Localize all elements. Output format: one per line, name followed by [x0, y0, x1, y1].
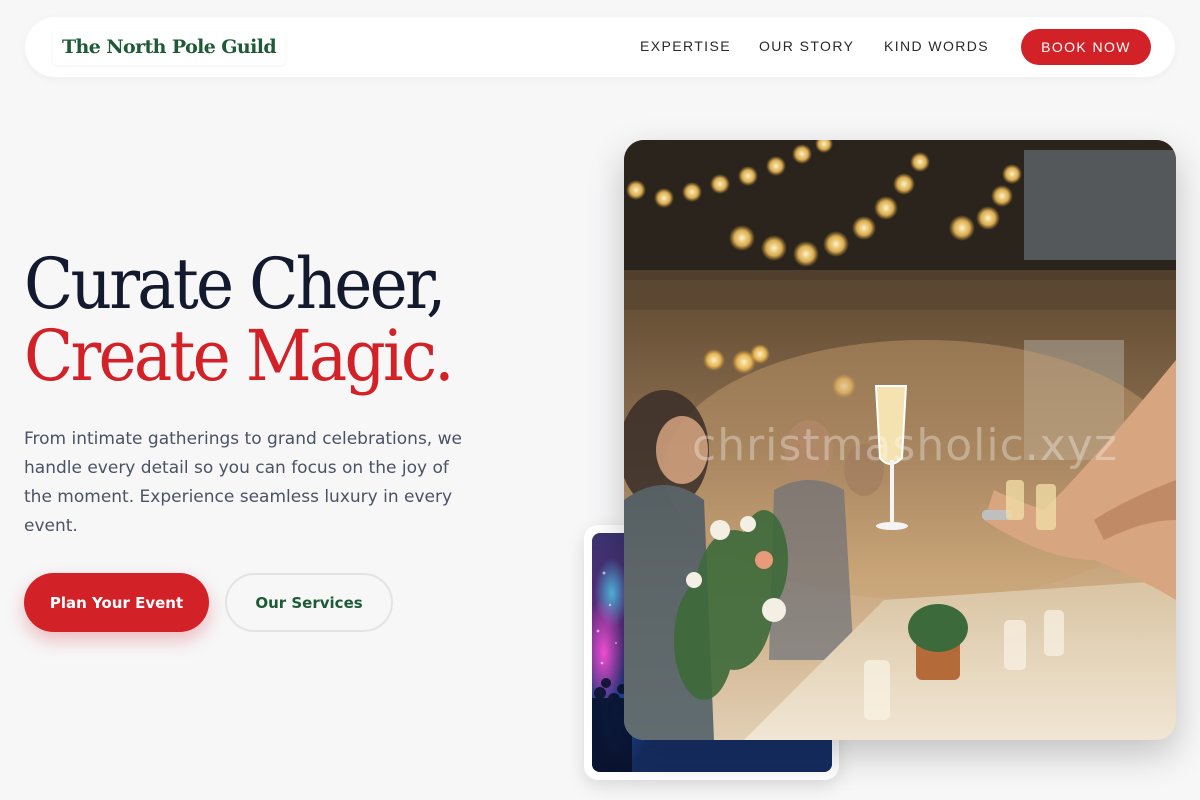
- nav-link-kind-words[interactable]: KIND WORDS: [884, 38, 989, 54]
- hero-headline: Curate Cheer, Create Magic.: [24, 243, 455, 397]
- navbar: The North Pole Guild EXPERTISE OUR STORY…: [25, 17, 1175, 77]
- brand-logo[interactable]: The North Pole Guild: [53, 29, 285, 65]
- plan-your-event-button[interactable]: Plan Your Event: [24, 573, 209, 632]
- party-toast-photo: [624, 140, 1176, 740]
- headline-line-1: Curate Cheer,: [24, 243, 446, 325]
- nav-link-expertise[interactable]: EXPERTISE: [640, 38, 731, 54]
- hero-description: From intimate gatherings to grand celebr…: [24, 429, 462, 536]
- nav-link-our-story[interactable]: OUR STORY: [759, 38, 854, 54]
- our-services-button[interactable]: Our Services: [225, 573, 393, 632]
- book-now-button[interactable]: BOOK NOW: [1021, 29, 1151, 65]
- headline-line-2: Create Magic.: [24, 315, 455, 397]
